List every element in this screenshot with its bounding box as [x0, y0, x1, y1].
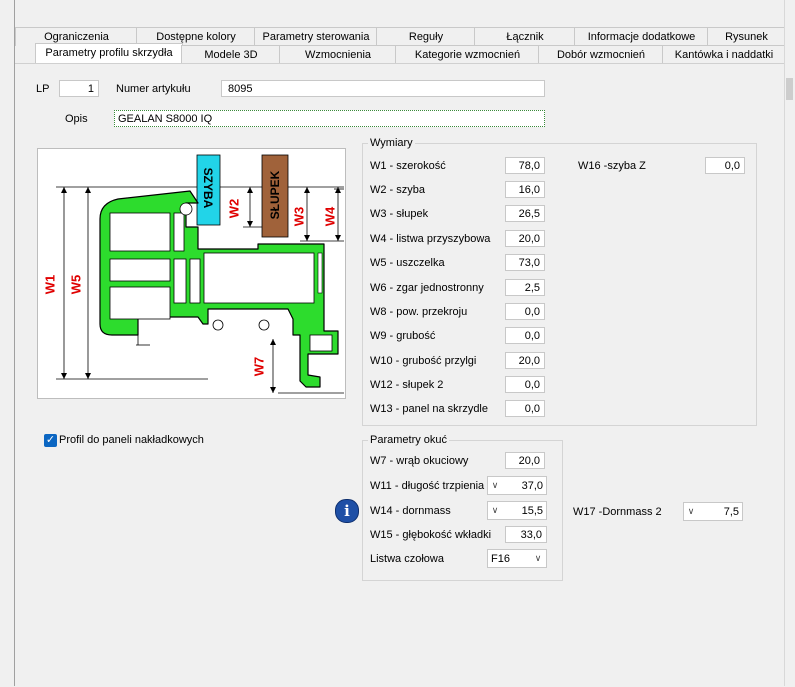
okuc-title: Parametry okuć: [368, 434, 450, 446]
article-field[interactable]: 8095: [221, 80, 545, 97]
w9-field[interactable]: 0,0: [505, 327, 545, 344]
listwa-label: Listwa czołowa: [370, 553, 444, 565]
profile-drawing: SZYBA SŁUPEK W1 W5 W2 W3 W4 W7: [37, 148, 346, 399]
tab-reguly[interactable]: Reguły: [376, 27, 476, 46]
w6-row-label: W6 - zgar jednostronny: [370, 282, 484, 294]
chevron-down-icon[interactable]: ∨: [488, 477, 502, 494]
w7-field[interactable]: 20,0: [505, 452, 545, 469]
slupek-label: SŁUPEK: [268, 170, 282, 220]
chevron-down-icon[interactable]: ∨: [684, 503, 698, 520]
w10-field[interactable]: 20,0: [505, 352, 545, 369]
panel-checkbox[interactable]: ✓: [44, 434, 57, 447]
w2-field[interactable]: 16,0: [505, 181, 545, 198]
vertical-scrollbar[interactable]: [784, 0, 795, 686]
w1-row-label: W1 - szerokość: [370, 160, 446, 172]
w3-row-label: W3 - słupek: [370, 208, 429, 220]
w16-field[interactable]: 0,0: [705, 157, 745, 174]
tab-kategorie-wzmocnien[interactable]: Kategorie wzmocnień: [395, 45, 540, 64]
w5-field[interactable]: 73,0: [505, 254, 545, 271]
w3-label: W3: [291, 206, 307, 227]
w16-row-label: W16 -szyba Z: [578, 160, 646, 172]
chevron-down-icon[interactable]: ∨: [531, 550, 545, 567]
w5-label: W5: [68, 274, 84, 295]
w7-label: W7: [251, 356, 267, 377]
w1-field[interactable]: 78,0: [505, 157, 545, 174]
lp-field[interactable]: 1: [59, 80, 99, 97]
desc-field[interactable]: GEALAN S8000 IQ: [114, 110, 545, 127]
tab-modele-3d[interactable]: Modele 3D: [181, 45, 281, 64]
w14-value: 15,5: [521, 505, 543, 517]
w6-field[interactable]: 2,5: [505, 279, 545, 296]
tab-dobor-wzmocnien[interactable]: Dobór wzmocnień: [538, 45, 664, 64]
w7-row-label: W7 - wrąb okuciowy: [370, 455, 469, 467]
tab-kantowka-i-naddatki[interactable]: Kantówka i naddatki: [662, 45, 786, 64]
w11-value: 37,0: [521, 480, 543, 492]
scrollbar-thumb[interactable]: [786, 78, 793, 100]
w17-value: 7,5: [723, 506, 739, 518]
w17-row-label: W17 -Dornmass 2: [573, 506, 662, 518]
szyba-label: SZYBA: [201, 167, 215, 209]
w13-field[interactable]: 0,0: [505, 400, 545, 417]
w8-field[interactable]: 0,0: [505, 303, 545, 320]
tab-wzmocnienia[interactable]: Wzmocnienia: [279, 45, 397, 64]
panel-checkbox-label[interactable]: Profil do paneli nakładkowych: [59, 434, 204, 446]
w11-row-label: W11 - długość trzpienia: [370, 480, 485, 492]
w3-field[interactable]: 26,5: [505, 205, 545, 222]
w12-field[interactable]: 0,0: [505, 376, 545, 393]
w9-row-label: W9 - grubość: [370, 330, 436, 342]
w2-row-label: W2 - szyba: [370, 184, 426, 196]
tab-informacje-dodatkowe[interactable]: Informacje dodatkowe: [574, 27, 709, 46]
desc-label: Opis: [65, 113, 88, 125]
tab-parametry-profilu-skrzydla[interactable]: Parametry profilu skrzydła: [35, 43, 183, 64]
w12-row-label: W12 - słupek 2: [370, 379, 444, 391]
w15-row-label: W15 - głębokość wkładki: [370, 529, 492, 541]
info-icon[interactable]: i: [335, 499, 359, 523]
w1-label: W1: [42, 274, 58, 295]
tab-rysunek[interactable]: Rysunek: [707, 27, 786, 46]
w14-row-label: W14 - dornmass: [370, 505, 451, 517]
w2-label: W2: [226, 198, 242, 219]
w4-label: W4: [322, 206, 338, 227]
article-label: Numer artykułu: [116, 83, 191, 95]
tab-parametry-sterowania[interactable]: Parametry sterowania: [254, 27, 378, 46]
w4-row-label: W4 - listwa przyszybowa: [370, 233, 491, 245]
tab-lacznik[interactable]: Łącznik: [474, 27, 576, 46]
wymiary-title: Wymiary: [368, 137, 415, 149]
w4-field[interactable]: 20,0: [505, 230, 545, 247]
listwa-value: F16: [491, 553, 510, 565]
w8-row-label: W8 - pow. przekroju: [370, 306, 468, 318]
w15-field[interactable]: 33,0: [505, 526, 547, 543]
lp-label: LP: [36, 83, 50, 95]
w13-row-label: W13 - panel na skrzydle: [370, 403, 488, 415]
w10-row-label: W10 - grubość przylgi: [370, 355, 477, 367]
chevron-down-icon[interactable]: ∨: [488, 502, 502, 519]
w5-row-label: W5 - uszczelka: [370, 257, 445, 269]
